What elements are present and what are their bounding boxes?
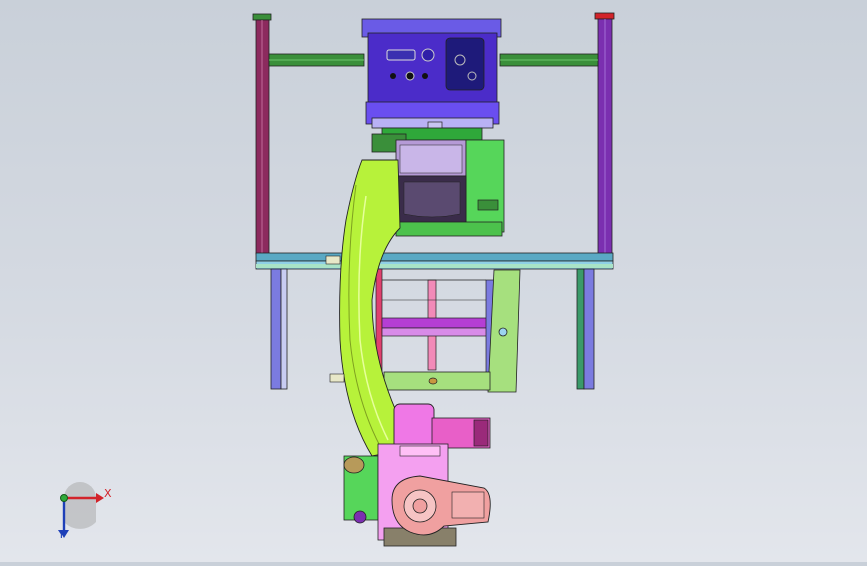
cad-viewport[interactable]: X Y bbox=[0, 0, 867, 562]
lower-cage bbox=[375, 268, 521, 393]
origin-dot bbox=[60, 494, 68, 502]
platform-deck bbox=[255, 252, 614, 270]
frame-post-right bbox=[594, 12, 615, 255]
y-axis-label: Y bbox=[58, 528, 65, 541]
robot-assembly-render bbox=[252, 12, 615, 547]
upper-arm bbox=[325, 159, 405, 457]
frame-post-left bbox=[252, 13, 272, 255]
x-axis-label: X bbox=[104, 487, 112, 500]
tool-flange bbox=[391, 475, 491, 536]
controller-box bbox=[361, 18, 502, 133]
